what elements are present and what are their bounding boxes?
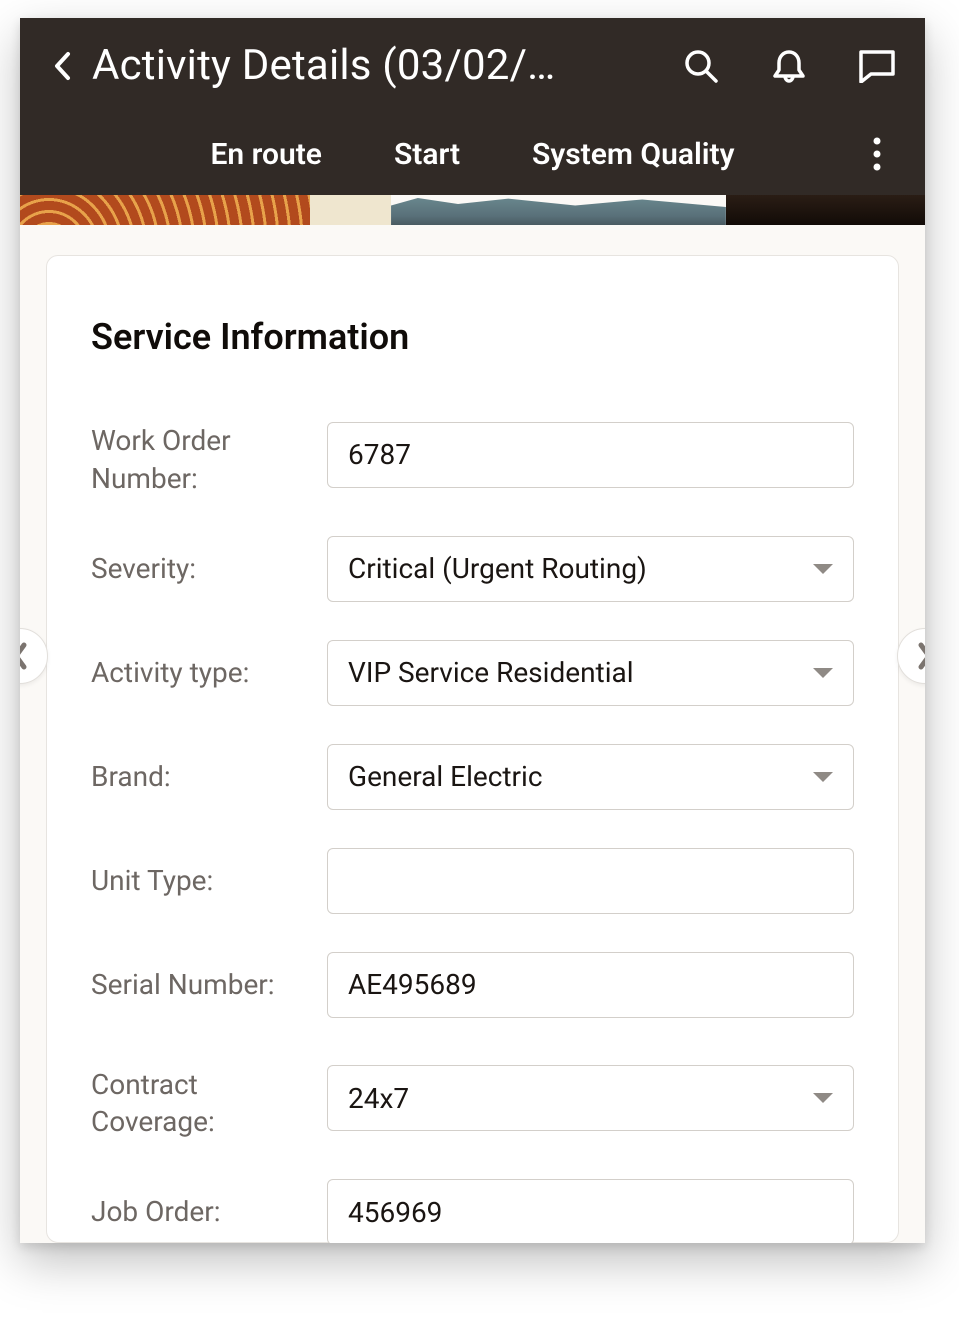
chevron-down-icon (811, 666, 835, 680)
brand-label: Brand: (91, 758, 327, 796)
decorative-banner (20, 195, 925, 225)
overflow-menu-button[interactable] (857, 134, 897, 174)
severity-value: Critical (Urgent Routing) (348, 552, 647, 585)
chevron-down-icon (811, 562, 835, 576)
action-en-route[interactable]: En route (210, 137, 321, 172)
activity-type-select[interactable]: VIP Service Residential (327, 640, 854, 706)
job-order-label: Job Order: (91, 1193, 327, 1231)
action-start[interactable]: Start (394, 137, 460, 172)
contract-coverage-select[interactable]: 24x7 (327, 1065, 854, 1131)
serial-number-value: AE495689 (348, 968, 477, 1001)
notifications-button[interactable] (769, 46, 809, 86)
work-order-number-value: 6787 (348, 438, 411, 471)
page-title: Activity Details (03/02/… (82, 41, 657, 90)
brand-value: General Electric (348, 760, 543, 793)
back-button[interactable] (42, 46, 82, 86)
search-button[interactable] (681, 46, 721, 86)
unit-type-label: Unit Type: (91, 862, 327, 900)
contract-coverage-value: 24x7 (348, 1082, 409, 1115)
service-information-card: Service Information Work Order Number: 6… (46, 255, 899, 1243)
unit-type-input[interactable] (327, 848, 854, 914)
bell-icon (772, 48, 806, 84)
activity-type-value: VIP Service Residential (348, 656, 634, 689)
job-order-value: 456969 (348, 1196, 442, 1229)
severity-select[interactable]: Critical (Urgent Routing) (327, 536, 854, 602)
chevron-left-icon (20, 642, 29, 670)
chat-icon (858, 49, 896, 83)
chevron-left-icon (53, 51, 71, 81)
more-vertical-icon (873, 137, 881, 171)
work-order-number-input[interactable]: 6787 (327, 422, 854, 488)
contract-coverage-label: Contract Coverage: (91, 1056, 327, 1142)
serial-number-input[interactable]: AE495689 (327, 952, 854, 1018)
severity-label: Severity: (91, 550, 327, 588)
section-title: Service Information (91, 316, 854, 358)
activity-type-label: Activity type: (91, 654, 327, 692)
work-order-number-label: Work Order Number: (91, 412, 327, 498)
job-order-input[interactable]: 456969 (327, 1179, 854, 1243)
brand-select[interactable]: General Electric (327, 744, 854, 810)
chevron-down-icon (811, 1091, 835, 1105)
chevron-down-icon (811, 770, 835, 784)
action-system-quality[interactable]: System Quality (532, 137, 734, 172)
chevron-right-icon (916, 642, 925, 670)
search-icon (684, 49, 718, 83)
serial-number-label: Serial Number: (91, 966, 327, 1004)
chat-button[interactable] (857, 46, 897, 86)
